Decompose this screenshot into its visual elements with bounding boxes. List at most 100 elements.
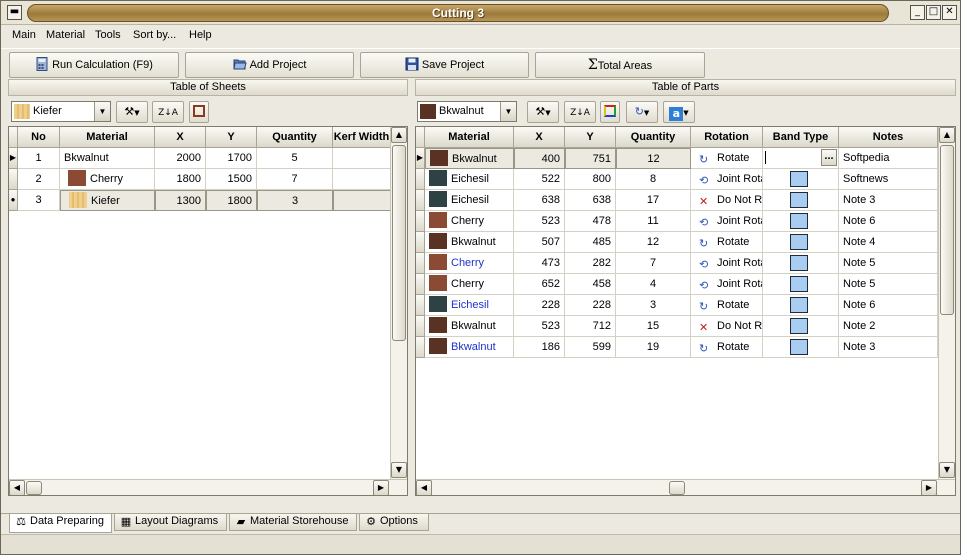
row-indicator[interactable]: ▶: [9, 148, 18, 169]
part-cell-band-type[interactable]: [763, 316, 839, 337]
part-cell-material[interactable]: Eichesil: [425, 169, 514, 190]
scroll-thumb[interactable]: [940, 145, 954, 315]
part-cell-material[interactable]: Cherry: [425, 211, 514, 232]
minimize-button[interactable]: _: [910, 5, 925, 20]
part-cell-notes[interactable]: Note 3: [839, 337, 938, 358]
part-cell-material[interactable]: Eichesil: [425, 190, 514, 211]
part-cell-x[interactable]: 400: [514, 148, 565, 169]
sheet-cell-material[interactable]: Kiefer: [60, 190, 155, 211]
sort-dropdown-button[interactable]: Z↓A: [152, 101, 184, 123]
row-indicator[interactable]: [416, 337, 425, 358]
menu-tools[interactable]: Tools: [95, 29, 121, 41]
tab-layout-diagrams[interactable]: ▦ Layout Diagrams: [114, 514, 227, 531]
column-header[interactable]: Kerf Width: [333, 127, 391, 148]
part-cell-rotation[interactable]: ↻ Rotate: [691, 337, 763, 358]
parts-vertical-scrollbar[interactable]: ▲ ▼: [938, 127, 955, 479]
part-cell-rotation[interactable]: ✕ Do Not Ro: [691, 316, 763, 337]
column-header[interactable]: Y: [565, 127, 616, 148]
part-cell-material[interactable]: Bkwalnut: [425, 316, 514, 337]
part-cell-y[interactable]: 712: [565, 316, 616, 337]
band-edit-button[interactable]: ...: [821, 149, 837, 166]
scroll-down-button[interactable]: ▼: [391, 462, 407, 478]
part-cell-y[interactable]: 228: [565, 295, 616, 316]
column-header[interactable]: Y: [206, 127, 257, 148]
part-cell-material[interactable]: Bkwalnut: [425, 148, 514, 169]
part-cell-notes[interactable]: Softnews: [839, 169, 938, 190]
part-material-select[interactable]: Bkwalnut ▼: [417, 101, 517, 122]
chevron-down-icon[interactable]: ▼: [500, 102, 516, 121]
column-header[interactable]: Material: [425, 127, 514, 148]
close-button[interactable]: ✕: [942, 5, 957, 20]
scroll-right-button[interactable]: ▶: [373, 480, 389, 495]
part-cell-quantity[interactable]: 4: [616, 274, 691, 295]
part-cell-x[interactable]: 186: [514, 337, 565, 358]
row-indicator[interactable]: [9, 169, 18, 190]
part-cell-y[interactable]: 800: [565, 169, 616, 190]
column-header[interactable]: Quantity: [257, 127, 333, 148]
band-color-button[interactable]: [600, 101, 620, 123]
scroll-up-button[interactable]: ▲: [391, 127, 407, 143]
part-cell-notes[interactable]: Note 5: [839, 274, 938, 295]
rotation-dropdown-button[interactable]: ↻▼: [626, 101, 658, 123]
sheet-cell-material[interactable]: Cherry: [60, 169, 155, 190]
part-cell-y[interactable]: 751: [565, 148, 616, 169]
sheet-cell-material[interactable]: Bkwalnut: [60, 148, 155, 169]
band-swatch[interactable]: [790, 192, 808, 208]
sheet-cell-kerf[interactable]: [333, 190, 391, 211]
part-cell-rotation[interactable]: ↻ Rotate: [691, 148, 763, 169]
column-header[interactable]: Band Type: [763, 127, 839, 148]
column-header[interactable]: X: [155, 127, 206, 148]
part-cell-quantity[interactable]: 19: [616, 337, 691, 358]
part-cell-rotation[interactable]: ↻ Rotate: [691, 232, 763, 253]
part-cell-band-type[interactable]: [763, 232, 839, 253]
row-indicator[interactable]: [416, 169, 425, 190]
tools-dropdown-button[interactable]: ⚒▼: [116, 101, 148, 123]
part-cell-y[interactable]: 638: [565, 190, 616, 211]
part-cell-quantity[interactable]: 12: [616, 232, 691, 253]
scroll-up-button[interactable]: ▲: [939, 127, 955, 143]
menu-material[interactable]: Material: [46, 29, 85, 41]
menu-sort-by[interactable]: Sort by...: [133, 29, 176, 41]
part-cell-rotation[interactable]: ⟲ Joint Rota: [691, 211, 763, 232]
maximize-button[interactable]: □: [926, 5, 941, 20]
part-cell-quantity[interactable]: 17: [616, 190, 691, 211]
part-cell-material[interactable]: Bkwalnut: [425, 232, 514, 253]
sheet-cell-qty[interactable]: 5: [257, 148, 333, 169]
part-cell-quantity[interactable]: 7: [616, 253, 691, 274]
part-cell-x[interactable]: 523: [514, 211, 565, 232]
menu-main[interactable]: Main: [12, 29, 36, 41]
part-cell-material[interactable]: Bkwalnut: [425, 337, 514, 358]
tab-material-storehouse[interactable]: ▰ Material Storehouse: [229, 514, 357, 531]
part-cell-quantity[interactable]: 11: [616, 211, 691, 232]
tab-options[interactable]: ⚙ Options: [359, 514, 429, 531]
part-cell-band-type[interactable]: [763, 337, 839, 358]
chevron-down-icon[interactable]: ▼: [94, 102, 110, 121]
part-cell-quantity[interactable]: 15: [616, 316, 691, 337]
part-cell-band-type[interactable]: ...: [763, 148, 839, 169]
sheet-cell-kerf[interactable]: [333, 169, 391, 190]
parts-tools-dropdown-button[interactable]: ⚒▼: [527, 101, 559, 123]
part-cell-rotation[interactable]: ⟲ Joint Rota: [691, 169, 763, 190]
sheets-vertical-scrollbar[interactable]: ▲ ▼: [390, 127, 407, 479]
column-header[interactable]: X: [514, 127, 565, 148]
text-style-dropdown-button[interactable]: a ▼: [663, 101, 695, 123]
sheet-cell-qty[interactable]: 3: [257, 190, 333, 211]
menu-help[interactable]: Help: [189, 29, 212, 41]
row-indicator[interactable]: [416, 295, 425, 316]
part-cell-quantity[interactable]: 3: [616, 295, 691, 316]
column-header[interactable]: No: [18, 127, 60, 148]
part-cell-band-type[interactable]: [763, 169, 839, 190]
part-cell-y[interactable]: 478: [565, 211, 616, 232]
horizontal-scroll-thumb[interactable]: [669, 481, 685, 495]
band-swatch[interactable]: [790, 276, 808, 292]
row-indicator[interactable]: [416, 232, 425, 253]
column-header[interactable]: Quantity: [616, 127, 691, 148]
column-header[interactable]: Material: [60, 127, 155, 148]
part-cell-rotation[interactable]: ⟲ Joint Rota: [691, 274, 763, 295]
row-indicator[interactable]: ▶: [416, 148, 425, 169]
part-cell-quantity[interactable]: 8: [616, 169, 691, 190]
band-swatch[interactable]: [790, 213, 808, 229]
row-indicator[interactable]: [416, 190, 425, 211]
scroll-thumb[interactable]: [392, 145, 406, 341]
band-swatch[interactable]: [790, 297, 808, 313]
